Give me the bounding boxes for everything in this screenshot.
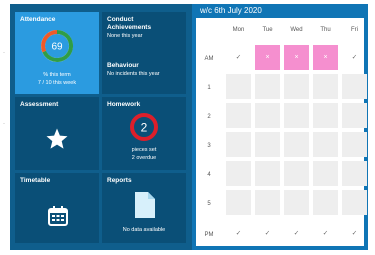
homework-title: Homework [107,101,141,108]
cell-tue-5[interactable] [255,190,280,215]
row-period-2: 2 [207,114,211,120]
row-am: AM [204,56,214,62]
row-pm: PM [204,232,214,238]
cell-fri-1[interactable] [342,74,367,99]
cell-wed-5[interactable] [284,190,309,215]
attendance-value: 69 [51,42,63,53]
am-mark-fri: ✓ [351,54,358,61]
pm-mark-tue: ✓ [264,230,271,237]
am-cell-thu[interactable]: × [313,45,338,70]
cell-mon-3[interactable] [226,132,251,157]
am-cell-wed[interactable]: × [284,45,309,70]
day-mon: Mon [232,27,245,33]
attendance-term-text: % this term [43,72,71,78]
assessment-title: Assessment [20,101,59,108]
timetable-tile[interactable]: Timetable [15,173,99,243]
cell-fri-3[interactable] [342,132,367,157]
cell-tue-1[interactable] [255,74,280,99]
timetable-title: Timetable [20,177,51,184]
homework-tile[interactable]: Homework 2 pieces set 2 overdue [102,97,186,170]
cell-thu-4[interactable] [313,161,338,186]
cell-fri-2[interactable] [342,103,367,128]
reports-tile[interactable]: Reports No data available [102,173,186,243]
behaviour-value: No incidents this year [107,71,160,77]
cell-wed-2[interactable] [284,103,309,128]
cell-mon-4[interactable] [226,161,251,186]
row-period-5: 5 [207,201,211,207]
am-cell-tue[interactable]: × [255,45,280,70]
cell-mon-1[interactable] [226,74,251,99]
left-edge-dot: · [3,50,5,56]
star-icon [46,128,68,149]
cell-thu-3[interactable] [313,132,338,157]
cell-tue-4[interactable] [255,161,280,186]
cell-wed-1[interactable] [284,74,309,99]
attendance-ring-chart: 69 [41,29,74,62]
pm-mark-wed: ✓ [293,230,300,237]
day-fri: Fri [351,27,358,33]
day-thu: Thu [320,27,331,33]
cell-tue-3[interactable] [255,132,280,157]
achievements-value: None this year [107,33,143,39]
row-period-1: 1 [207,85,211,91]
row-period-3: 3 [207,143,211,149]
cell-thu-1[interactable] [313,74,338,99]
cell-fri-4[interactable] [342,161,367,186]
homework-ring: 2 [130,113,158,141]
calendar-icon [48,206,68,226]
day-tue: Tue [262,27,273,33]
attendance-tile[interactable]: Attendance 69 % this term 7 / 10 this we… [15,12,99,94]
day-wed: Wed [290,27,303,33]
left-edge-dot: · [3,121,5,127]
calendar-week-header: w/c 6th July 2020 [196,4,364,18]
cell-tue-2[interactable] [255,103,280,128]
conduct-tile[interactable]: Conduct Achievements None this year Beha… [102,12,186,94]
cell-wed-4[interactable] [284,161,309,186]
attendance-calendar: w/c 6th July 2020 Mon Tue Wed Thu Fri AM… [192,4,368,250]
homework-value: 2 [141,121,148,135]
behaviour-title: Behaviour [107,62,139,69]
pm-mark-fri: ✓ [351,230,358,237]
cell-wed-3[interactable] [284,132,309,157]
reports-empty-text: No data available [122,227,166,233]
am-mark-mon: ✓ [235,54,242,61]
achievements-title: Achievements [107,24,152,31]
cell-mon-2[interactable] [226,103,251,128]
dashboard-frame: Attendance 69 % this term 7 / 10 this we… [10,4,368,250]
pm-mark-mon: ✓ [235,230,242,237]
assessment-tile[interactable]: Assessment [15,97,99,170]
attendance-title: Attendance [20,16,56,23]
homework-overdue-text: 2 overdue [131,155,157,161]
document-icon [135,192,155,218]
pm-mark-thu: ✓ [322,230,329,237]
conduct-title: Conduct [107,16,134,23]
homework-pieces-text: pieces set [131,147,157,153]
cell-mon-5[interactable] [226,190,251,215]
cell-fri-5[interactable] [342,190,367,215]
row-period-4: 4 [207,172,211,178]
cell-thu-5[interactable] [313,190,338,215]
cell-thu-2[interactable] [313,103,338,128]
reports-title: Reports [107,177,132,184]
attendance-week-text: 7 / 10 this week [37,80,77,86]
